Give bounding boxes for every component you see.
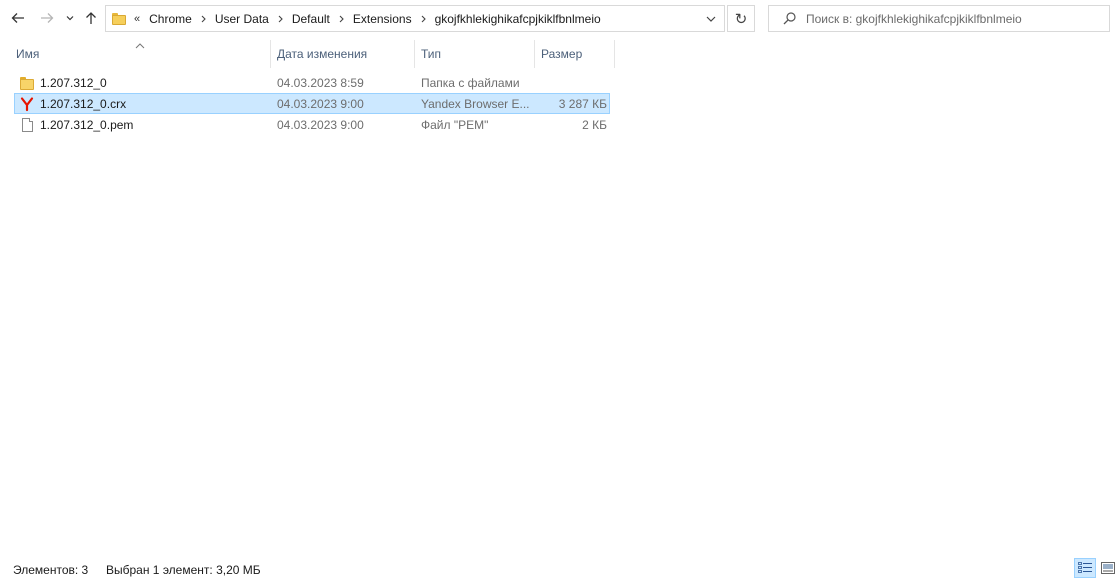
chevron-down-icon <box>706 16 716 22</box>
file-size: 2 КБ <box>582 117 607 132</box>
file-explorer-window: « Chrome User Data Default Extensions gk… <box>0 0 1118 580</box>
column-header-type[interactable]: Тип <box>415 40 535 68</box>
address-bar[interactable]: « Chrome User Data Default Extensions gk… <box>105 5 725 32</box>
file-name-cell: 1.207.312_0 <box>19 73 269 92</box>
arrow-right-icon <box>41 13 54 23</box>
column-header-date[interactable]: Дата изменения <box>271 40 415 68</box>
column-header-name[interactable]: Имя <box>10 40 271 68</box>
breadcrumb-item-chrome[interactable]: Chrome <box>147 12 194 26</box>
file-name-cell: 1.207.312_0.crx <box>19 94 269 113</box>
status-selection: Выбран 1 элемент: 3,20 МБ <box>106 563 261 577</box>
column-header-date-label: Дата изменения <box>277 47 368 61</box>
column-header-size-label: Размер <box>541 47 583 61</box>
forward-button[interactable] <box>36 6 58 30</box>
chevron-right-icon[interactable] <box>201 15 206 23</box>
breadcrumb-overflow[interactable]: « <box>134 13 140 25</box>
breadcrumb: « Chrome User Data Default Extensions gk… <box>134 6 603 31</box>
large-icons-view-icon <box>1101 562 1115 574</box>
file-type: Папка с файлами <box>421 75 520 90</box>
chevron-down-icon <box>66 16 74 21</box>
refresh-icon: ↻ <box>734 10 748 28</box>
file-name: 1.207.312_0.crx <box>40 96 127 111</box>
large-icons-view-button[interactable] <box>1097 558 1118 578</box>
details-view-button[interactable] <box>1074 558 1096 578</box>
file-row[interactable]: 1.207.312_0 04.03.2023 8:59 Папка с файл… <box>14 72 610 93</box>
folder-icon <box>19 75 35 91</box>
file-date: 04.03.2023 8:59 <box>277 75 364 90</box>
column-header-size[interactable]: Размер <box>535 40 615 68</box>
recent-locations-button[interactable] <box>61 6 79 30</box>
back-button[interactable] <box>7 6 29 30</box>
folder-icon <box>112 12 126 25</box>
file-name: 1.207.312_0 <box>40 75 107 90</box>
details-view-icon <box>1078 562 1092 573</box>
arrow-up-icon <box>86 12 96 24</box>
chevron-right-icon[interactable] <box>278 15 283 23</box>
file-row-selected[interactable]: 1.207.312_0.crx 04.03.2023 9:00 Yandex B… <box>14 93 610 114</box>
chevron-right-icon[interactable] <box>339 15 344 23</box>
breadcrumb-item-extension-id[interactable]: gkojfkhlekighikafcpjkiklfbnlmeio <box>433 12 603 26</box>
file-type: Yandex Browser E... <box>421 96 530 111</box>
file-type: Файл "PEM" <box>421 117 489 132</box>
file-size: 3 287 КБ <box>558 96 607 111</box>
refresh-button[interactable]: ↻ <box>727 5 755 32</box>
status-items-count: Элементов: 3 <box>13 563 89 577</box>
file-size <box>537 73 607 92</box>
breadcrumb-item-user-data[interactable]: User Data <box>213 12 271 26</box>
arrow-left-icon <box>11 13 24 23</box>
yandex-browser-icon <box>19 96 35 112</box>
chevron-right-icon[interactable] <box>421 15 426 23</box>
file-date: 04.03.2023 9:00 <box>277 96 364 111</box>
file-date: 04.03.2023 9:00 <box>277 117 364 132</box>
search-input[interactable]: Поиск в: gkojfkhlekighikafcpjkiklfbnlmei… <box>768 5 1110 32</box>
breadcrumb-item-extensions[interactable]: Extensions <box>351 12 414 26</box>
file-row[interactable]: 1.207.312_0.pem 04.03.2023 9:00 Файл "PE… <box>14 114 610 135</box>
file-icon <box>19 117 35 133</box>
column-header-name-label: Имя <box>16 47 40 61</box>
breadcrumb-item-default[interactable]: Default <box>290 12 332 26</box>
column-header-type-label: Тип <box>421 47 442 61</box>
file-name: 1.207.312_0.pem <box>40 117 134 132</box>
address-dropdown-button[interactable] <box>698 6 724 31</box>
search-icon <box>783 12 796 25</box>
up-button[interactable] <box>80 6 102 30</box>
search-placeholder: Поиск в: gkojfkhlekighikafcpjkiklfbnlmei… <box>806 11 1022 26</box>
file-name-cell: 1.207.312_0.pem <box>19 115 269 134</box>
